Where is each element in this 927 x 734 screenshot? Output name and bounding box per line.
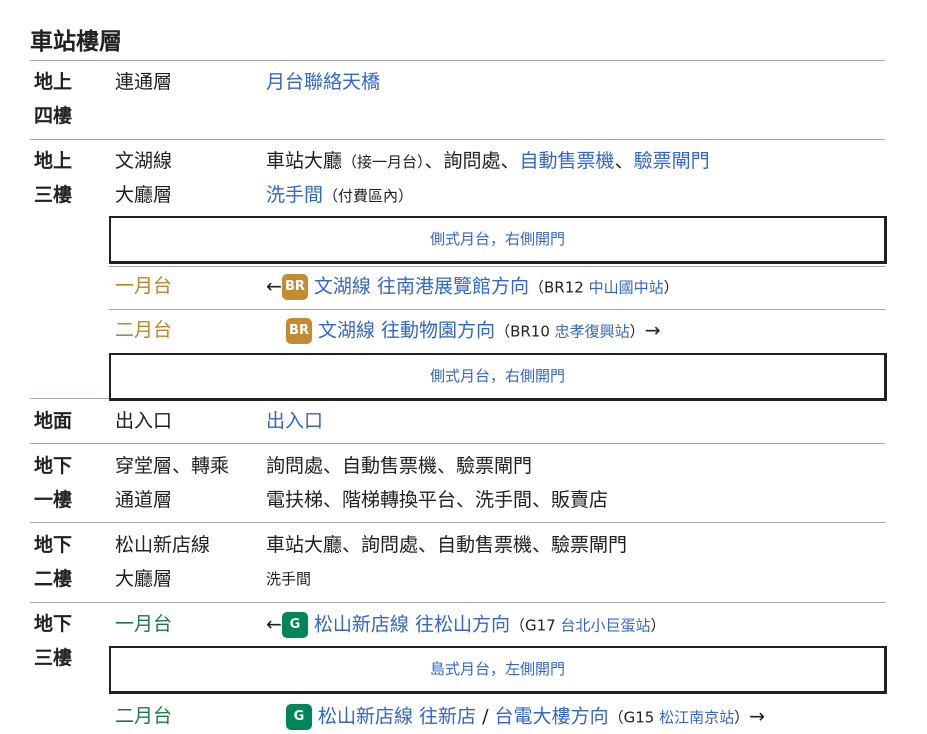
divider <box>30 139 885 140</box>
arrow-left-icon: ← <box>266 275 282 298</box>
station-link[interactable]: 台北小巨蛋站 <box>560 617 650 635</box>
separator: / <box>476 705 495 728</box>
floor-label: 四樓 <box>34 105 73 127</box>
floor-label: 地下 <box>34 613 73 635</box>
level-name: 松山新店線 <box>115 534 211 556</box>
level-name: 連通層 <box>115 71 173 93</box>
platform-direction: BR 文湖線 往動物園方向（BR10 忠孝復興站）→ <box>286 318 661 344</box>
line-link[interactable]: 文湖線 <box>318 320 375 342</box>
br-line-icon: BR <box>286 318 312 344</box>
platform-type-box: 側式月台，右側開門 <box>109 216 887 264</box>
br-line-icon: BR <box>281 274 308 300</box>
floor-label: 地下 <box>34 534 73 556</box>
station-link[interactable]: 松江南京站 <box>659 709 734 727</box>
divider <box>30 60 885 61</box>
direction-link[interactable]: 往新店 <box>413 706 476 728</box>
facility-list: 車站大廳（接一月台）、詢問處、自動售票機、驗票閘門 <box>266 149 710 174</box>
platform-type-box: 島式月台，左側開門 <box>109 646 887 694</box>
facility-list: 洗手間 <box>266 570 312 588</box>
level-name: 穿堂層、轉乘 <box>115 455 230 477</box>
fare-gate-link[interactable]: 驗票閘門 <box>634 150 710 172</box>
arrow-left-icon: ← <box>266 613 282 636</box>
direction-link[interactable]: 方向 <box>571 706 609 728</box>
platform-direction: ← BR 文湖線 往南港展覽館方向（BR12 中山國中站） <box>266 274 679 300</box>
arrow-right-icon: → <box>749 705 766 728</box>
page-title: 車站樓層 <box>30 29 122 55</box>
facility-list: 車站大廳、詢問處、自動售票機、驗票閘門 <box>266 534 628 556</box>
platform-direction: G 松山新店線 往新店 / 台電大樓方向（G15 松江南京站）→ <box>286 704 765 730</box>
floor-label: 三樓 <box>34 184 73 206</box>
facility-list: 洗手間（付費區內） <box>266 183 413 208</box>
platform-label: 二月台 <box>115 705 173 727</box>
station-code: ） <box>650 616 666 635</box>
direction-link[interactable]: 往動物園方向 <box>375 320 495 342</box>
floor-label: 三樓 <box>34 647 73 669</box>
station-link[interactable]: 中山國中站 <box>589 279 664 297</box>
level-name: 出入口 <box>115 410 173 432</box>
divider <box>30 522 885 523</box>
separator: 、 <box>614 150 634 172</box>
exit-link[interactable]: 出入口 <box>266 409 323 433</box>
facility-list: 詢問處、自動售票機、驗票閘門 <box>266 455 533 477</box>
platform-label: 一月台 <box>115 275 173 297</box>
direction-link[interactable]: 台電大樓 <box>495 706 571 728</box>
facility-link[interactable]: 月台聯絡天橋 <box>266 70 380 94</box>
platform-type-box: 側式月台，右側開門 <box>109 353 887 401</box>
level-name: 文湖線 <box>115 150 173 172</box>
floor-label: 地面 <box>34 410 73 432</box>
line-link[interactable]: 松山新店線 <box>318 706 413 728</box>
station-code: ） <box>629 322 645 341</box>
facility-list: 電扶梯、階梯轉換平台、洗手間、販賣店 <box>266 489 609 511</box>
floor-label: 地上 <box>34 150 73 172</box>
ticket-machine-link[interactable]: 自動售票機 <box>520 150 615 172</box>
facility-note: （接一月台） <box>342 153 425 171</box>
level-name: 大廳層 <box>115 568 173 590</box>
line-link[interactable]: 松山新店線 <box>314 614 409 636</box>
platform-label: 二月台 <box>115 319 173 341</box>
facility-text: 、詢問處、 <box>424 150 520 172</box>
platform-direction: ← G 松山新店線 往松山方向（G17 台北小巨蛋站） <box>266 612 666 638</box>
floor-label: 一樓 <box>34 489 73 511</box>
station-code: ） <box>663 278 679 297</box>
direction-link[interactable]: 往南港展覽館方向 <box>371 276 529 298</box>
divider <box>30 443 885 444</box>
station-code: （BR10 <box>495 322 555 341</box>
station-code: （G17 <box>509 616 561 635</box>
divider <box>30 602 885 603</box>
arrow-right-icon: → <box>644 319 661 342</box>
level-name: 通道層 <box>115 489 173 511</box>
level-name: 大廳層 <box>115 184 173 206</box>
floor-label: 地下 <box>34 455 73 477</box>
divider <box>109 266 885 267</box>
floor-label: 二樓 <box>34 568 73 590</box>
restroom-link[interactable]: 洗手間 <box>266 184 323 206</box>
station-code: （BR12 <box>528 278 589 297</box>
g-line-icon: G <box>286 704 312 730</box>
station-code: （G15 <box>608 708 660 727</box>
line-link[interactable]: 文湖線 <box>314 276 371 298</box>
station-code: ） <box>734 708 750 727</box>
facility-note: （付費區內） <box>323 187 414 205</box>
station-link[interactable]: 忠孝復興站 <box>555 323 630 341</box>
facility-text: 車站大廳 <box>266 150 343 172</box>
direction-link[interactable]: 往松山方向 <box>409 614 510 636</box>
g-line-icon: G <box>281 612 308 638</box>
platform-label: 一月台 <box>115 613 173 635</box>
divider <box>109 309 885 310</box>
floor-label: 地上 <box>34 71 73 93</box>
